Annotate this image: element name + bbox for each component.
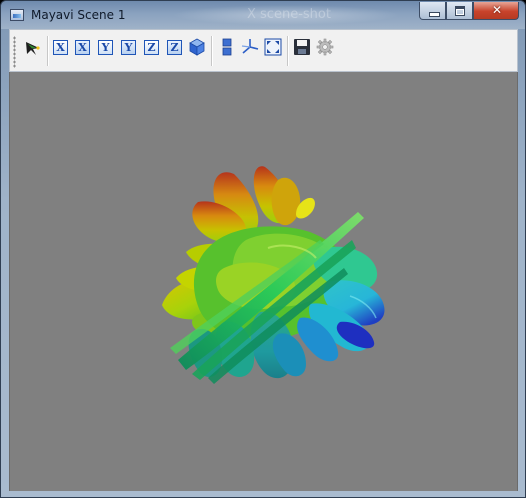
settings-gear-icon[interactable] (316, 38, 334, 56)
close-button[interactable]: ✕ (473, 2, 519, 20)
mayavi-pipeline-icon[interactable] (24, 39, 42, 57)
window-title: Mayavi Scene 1 (31, 8, 126, 22)
maximize-button[interactable] (446, 2, 473, 20)
mayavi-3d-surface (162, 166, 385, 384)
toolbar-separator (211, 36, 213, 66)
background-window-title: X scene-shot (247, 7, 331, 22)
maximize-icon (455, 6, 465, 16)
view-y-plus-button[interactable]: Y (98, 40, 113, 55)
axes-indicator-icon[interactable] (241, 38, 259, 56)
title-bar[interactable]: Mayavi Scene 1 X scene-shot ✕ (1, 1, 525, 29)
toolbar-grip[interactable] (13, 36, 16, 68)
minimize-button[interactable] (419, 2, 446, 20)
parallel-projection-icon[interactable] (218, 38, 236, 56)
minimize-icon (429, 12, 440, 17)
close-icon: ✕ (491, 3, 503, 17)
save-icon[interactable] (293, 38, 311, 56)
view-z-minus-button[interactable]: Z (167, 40, 182, 55)
view-x-plus-button[interactable]: X (53, 40, 68, 55)
view-x-minus-button[interactable]: X (75, 40, 90, 55)
view-y-minus-button[interactable]: Y (121, 40, 136, 55)
toolbar-separator (287, 36, 289, 66)
toolbar-separator (47, 36, 49, 66)
app-window: Mayavi Scene 1 X scene-shot ✕ X X Y Y Z … (0, 0, 526, 498)
scene-toolbar: X X Y Y Z Z (9, 29, 518, 72)
scene-viewport[interactable] (9, 72, 518, 491)
isometric-view-icon[interactable] (188, 38, 206, 56)
app-window-icon[interactable] (10, 9, 24, 21)
full-screen-icon[interactable] (264, 38, 282, 56)
view-z-plus-button[interactable]: Z (144, 40, 159, 55)
